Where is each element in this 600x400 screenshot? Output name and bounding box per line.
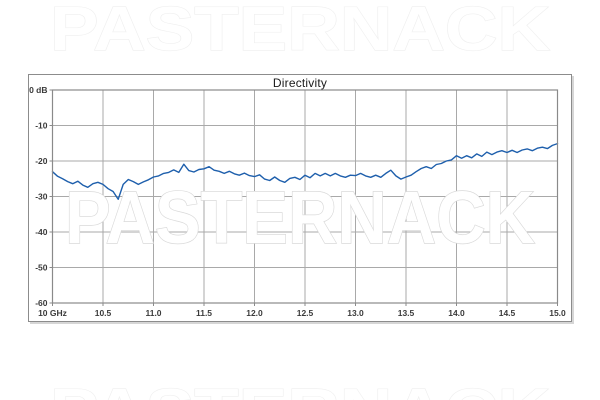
x-tick-label: 10 GHz: [38, 308, 67, 318]
y-tick-label: -10: [35, 121, 48, 131]
y-tick-label: -50: [35, 263, 48, 273]
y-tick-label: -40: [35, 227, 48, 237]
x-tick-label: 13.5: [398, 308, 415, 318]
y-tick-label: 0 dB: [29, 85, 47, 95]
y-tick-label: -20: [35, 156, 48, 166]
y-tick-label: -60: [35, 298, 48, 308]
watermark-chart: PASTERNACK: [65, 176, 535, 259]
directivity-chart: Directivity PASTERNACK 10 GHz10.511.011.…: [28, 74, 572, 322]
x-tick-label: 14.5: [499, 308, 516, 318]
x-tick-label: 11.5: [196, 308, 212, 318]
x-tick-label: 15.0: [549, 308, 566, 318]
y-tick-label: -30: [35, 192, 48, 202]
directivity-plot: PASTERNACK 10 GHz 10.5 11.0 11.5 12.0 12.5 13.…: [29, 75, 571, 321]
x-tick-label: 12.0: [246, 308, 263, 318]
x-tick-label: 11.0: [145, 308, 161, 318]
watermark-bottom: PASTERNACK: [50, 377, 550, 400]
x-tick-label: 10.5: [95, 308, 112, 318]
x-tick-label: 12.5: [297, 308, 314, 318]
watermark-top: PASTERNACK: [50, 0, 550, 64]
page: { "page": { "background": "#ffffff", "wa…: [0, 0, 600, 400]
x-tick-label: 14.0: [448, 308, 465, 318]
x-tick-label: 13.0: [347, 308, 364, 318]
